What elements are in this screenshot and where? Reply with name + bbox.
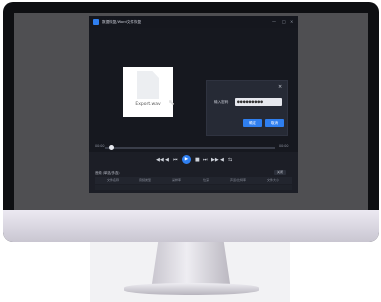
app-window: 数据恢复/Word文件恢复 — □ × Export.wav ⬉ × 输入密码 … — [89, 16, 298, 193]
table-row[interactable] — [95, 185, 292, 190]
password-input[interactable] — [235, 98, 282, 106]
minimize-button[interactable]: — — [272, 17, 276, 27]
monitor-stand-neck — [151, 242, 231, 286]
column-header[interactable]: 文件名称 — [107, 177, 119, 184]
forward-icon[interactable]: ▶▶ — [211, 155, 219, 165]
volume-down-icon[interactable]: ◀◀ — [156, 155, 164, 165]
password-dialog: × 输入密码 确定 取消 — [206, 80, 288, 136]
play-button[interactable]: ▶ — [182, 155, 191, 164]
column-header[interactable]: 采样率 — [172, 177, 181, 184]
time-total: 00:00 — [279, 144, 289, 148]
progress-track[interactable] — [105, 147, 275, 149]
playback-controls: ◀◀ ◀ ⏮ ▶ ■ ⏭ ▶▶ ◀ ⇆ — [156, 155, 236, 165]
app-title: 数据恢复/Word文件恢复 — [102, 20, 142, 24]
next-icon[interactable]: ⏭ — [203, 155, 208, 165]
list-close-button[interactable]: 关闭 — [274, 170, 286, 175]
file-icon — [137, 71, 159, 99]
table-header: 文件名称 音频类型 采样率 位深 声道/比特率 文件大小 — [95, 177, 292, 184]
previous-icon[interactable]: ⏮ — [173, 155, 178, 165]
file-name: Export.wav — [135, 102, 161, 107]
ok-button[interactable]: 确定 — [243, 119, 262, 127]
app-logo-icon — [93, 19, 99, 25]
close-button[interactable]: × — [290, 17, 293, 27]
column-header[interactable]: 文件大小 — [267, 177, 279, 184]
password-label: 输入密码 — [214, 100, 229, 104]
column-header[interactable]: 声道/比特率 — [230, 177, 246, 184]
list-header: 音频 (单选/多选) — [95, 171, 120, 175]
progress-handle[interactable] — [109, 145, 114, 150]
stop-icon[interactable]: ■ — [195, 155, 200, 165]
cancel-button[interactable]: 取消 — [265, 119, 284, 127]
mouse-cursor-icon: ⬉ — [168, 98, 175, 107]
volume-icon[interactable]: ◀ — [220, 155, 224, 165]
time-current: 00:00 — [95, 144, 105, 148]
loop-icon[interactable]: ⇆ — [228, 155, 232, 165]
column-header[interactable]: 音频类型 — [139, 177, 151, 184]
maximize-button[interactable]: □ — [282, 17, 286, 27]
monitor-chin — [3, 210, 379, 242]
monitor-stand-base — [124, 283, 259, 295]
rewind-icon[interactable]: ◀ — [165, 155, 169, 165]
title-bar: 数据恢复/Word文件恢复 — □ × — [89, 16, 298, 28]
file-thumbnail[interactable]: Export.wav — [123, 67, 173, 117]
column-header[interactable]: 位深 — [203, 177, 209, 184]
dialog-close-icon[interactable]: × — [278, 84, 282, 90]
